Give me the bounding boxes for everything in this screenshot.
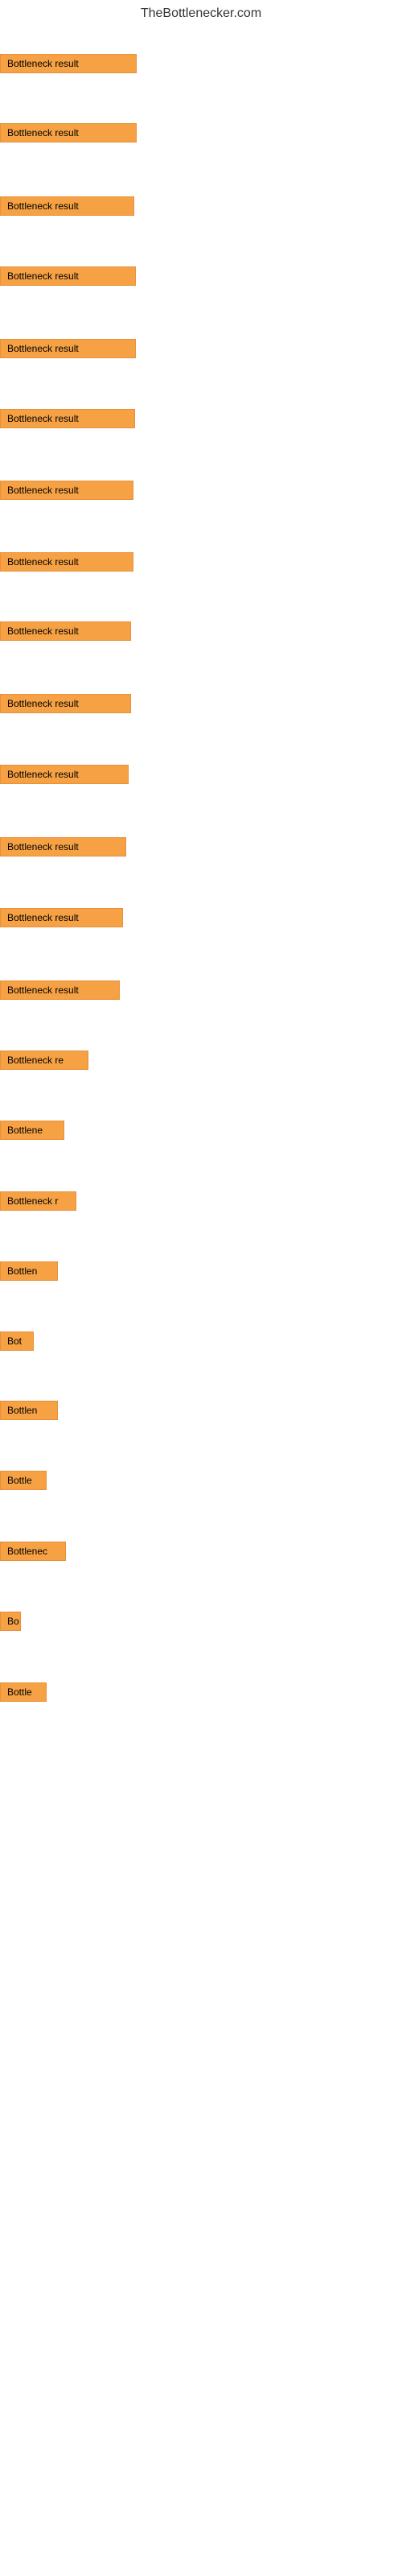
site-title: TheBottlenecker.com xyxy=(0,0,402,24)
bottleneck-row[interactable]: Bot xyxy=(0,1331,34,1355)
bottleneck-row[interactable]: Bottleneck re xyxy=(0,1051,88,1074)
bottleneck-badge[interactable]: Bottleneck result xyxy=(0,54,137,73)
bottleneck-badge[interactable]: Bottlene xyxy=(0,1121,64,1140)
bottleneck-row[interactable]: Bottleneck result xyxy=(0,54,137,77)
bottleneck-badge[interactable]: Bot xyxy=(0,1331,34,1351)
bottleneck-badge[interactable]: Bottleneck result xyxy=(0,339,136,358)
bottleneck-badge[interactable]: Bottlen xyxy=(0,1401,58,1420)
bottleneck-row[interactable]: Bottleneck result xyxy=(0,123,137,147)
bottleneck-row[interactable]: Bottlen xyxy=(0,1401,58,1424)
bottleneck-badge[interactable]: Bottle xyxy=(0,1471,47,1490)
bottleneck-badge[interactable]: Bottleneck result xyxy=(0,266,136,286)
bottleneck-badge[interactable]: Bottlenec xyxy=(0,1542,66,1561)
bottleneck-row[interactable]: Bottle xyxy=(0,1682,47,1706)
bottleneck-row[interactable]: Bottlene xyxy=(0,1121,64,1144)
bottleneck-row[interactable]: Bottleneck result xyxy=(0,552,133,576)
bottleneck-badge[interactable]: Bottleneck result xyxy=(0,765,129,784)
bottleneck-row[interactable]: Bo xyxy=(0,1612,21,1635)
bottleneck-badge[interactable]: Bo xyxy=(0,1612,21,1631)
bottleneck-badge[interactable]: Bottlen xyxy=(0,1261,58,1281)
bottleneck-badge[interactable]: Bottle xyxy=(0,1682,47,1702)
site-title-text: TheBottlenecker.com xyxy=(141,6,261,20)
bottleneck-row[interactable]: Bottleneck r xyxy=(0,1191,76,1215)
bottleneck-row[interactable]: Bottleneck result xyxy=(0,339,136,362)
bottleneck-row[interactable]: Bottleneck result xyxy=(0,980,120,1004)
bottleneck-row[interactable]: Bottleneck result xyxy=(0,837,126,861)
bottleneck-row[interactable]: Bottleneck result xyxy=(0,765,129,788)
rows-container: Bottleneck result Bottleneck result Bottle… xyxy=(0,24,402,2568)
bottleneck-badge[interactable]: Bottleneck result xyxy=(0,837,126,857)
bottleneck-row[interactable]: Bottlen xyxy=(0,1261,58,1285)
bottleneck-row[interactable]: Bottleneck result xyxy=(0,621,131,645)
bottleneck-row[interactable]: Bottle xyxy=(0,1471,47,1494)
bottleneck-row[interactable]: Bottleneck result xyxy=(0,409,135,432)
bottleneck-row[interactable]: Bottlenec xyxy=(0,1542,66,1565)
bottleneck-badge[interactable]: Bottleneck result xyxy=(0,409,135,428)
bottleneck-badge[interactable]: Bottleneck result xyxy=(0,694,131,713)
bottleneck-row[interactable]: Bottleneck result xyxy=(0,196,134,220)
bottleneck-row[interactable]: Bottleneck result xyxy=(0,266,136,290)
bottleneck-badge[interactable]: Bottleneck result xyxy=(0,481,133,500)
bottleneck-row[interactable]: Bottleneck result xyxy=(0,694,131,717)
bottleneck-row[interactable]: Bottleneck result xyxy=(0,481,133,504)
bottleneck-badge[interactable]: Bottleneck result xyxy=(0,552,133,572)
bottleneck-badge[interactable]: Bottleneck result xyxy=(0,196,134,216)
bottleneck-badge[interactable]: Bottleneck result xyxy=(0,980,120,1000)
bottleneck-row[interactable]: Bottleneck result xyxy=(0,908,123,931)
bottleneck-badge[interactable]: Bottleneck re xyxy=(0,1051,88,1070)
bottleneck-badge[interactable]: Bottleneck result xyxy=(0,908,123,927)
bottleneck-badge[interactable]: Bottleneck r xyxy=(0,1191,76,1211)
bottleneck-badge[interactable]: Bottleneck result xyxy=(0,123,137,142)
bottleneck-badge[interactable]: Bottleneck result xyxy=(0,621,131,641)
